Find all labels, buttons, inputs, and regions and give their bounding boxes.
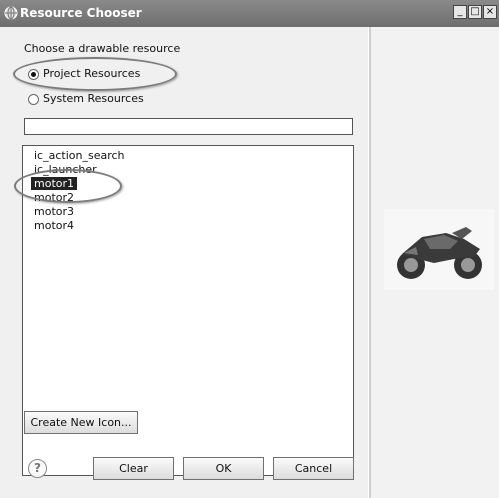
close-button[interactable]: × (483, 5, 497, 19)
maximize-button[interactable]: □ (468, 5, 482, 19)
project-resources-radio[interactable] (28, 69, 39, 80)
motorcycle-icon (397, 227, 482, 279)
list-item[interactable]: ic_action_search (31, 149, 128, 162)
cancel-button[interactable]: Cancel (273, 457, 354, 480)
motorcycle-preview (384, 209, 494, 290)
help-icon[interactable]: ? (28, 459, 47, 478)
system-resources-radio[interactable] (28, 94, 39, 105)
list-item[interactable]: motor2 (31, 191, 77, 204)
ok-button[interactable]: OK (183, 457, 264, 480)
filter-input[interactable] (24, 118, 353, 135)
list-item-selected[interactable]: motor1 (31, 177, 78, 190)
clear-button[interactable]: Clear (93, 457, 174, 480)
window-title: Resource Chooser (20, 6, 142, 20)
list-item[interactable]: motor4 (31, 219, 77, 232)
title-bar[interactable]: Resource Chooser _ □ × (0, 0, 499, 27)
resource-chooser-window: Resource Chooser _ □ × Choose a drawable… (0, 0, 499, 498)
project-resources-label[interactable]: Project Resources (43, 67, 140, 80)
system-resources-label[interactable]: System Resources (43, 92, 144, 105)
list-item[interactable]: motor3 (31, 205, 77, 218)
list-item[interactable]: ic_launcher (31, 163, 100, 176)
minimize-button[interactable]: _ (453, 5, 467, 19)
globe-icon (4, 6, 18, 20)
create-new-icon-button[interactable]: Create New Icon... (24, 411, 138, 434)
prompt-label: Choose a drawable resource (24, 42, 181, 55)
